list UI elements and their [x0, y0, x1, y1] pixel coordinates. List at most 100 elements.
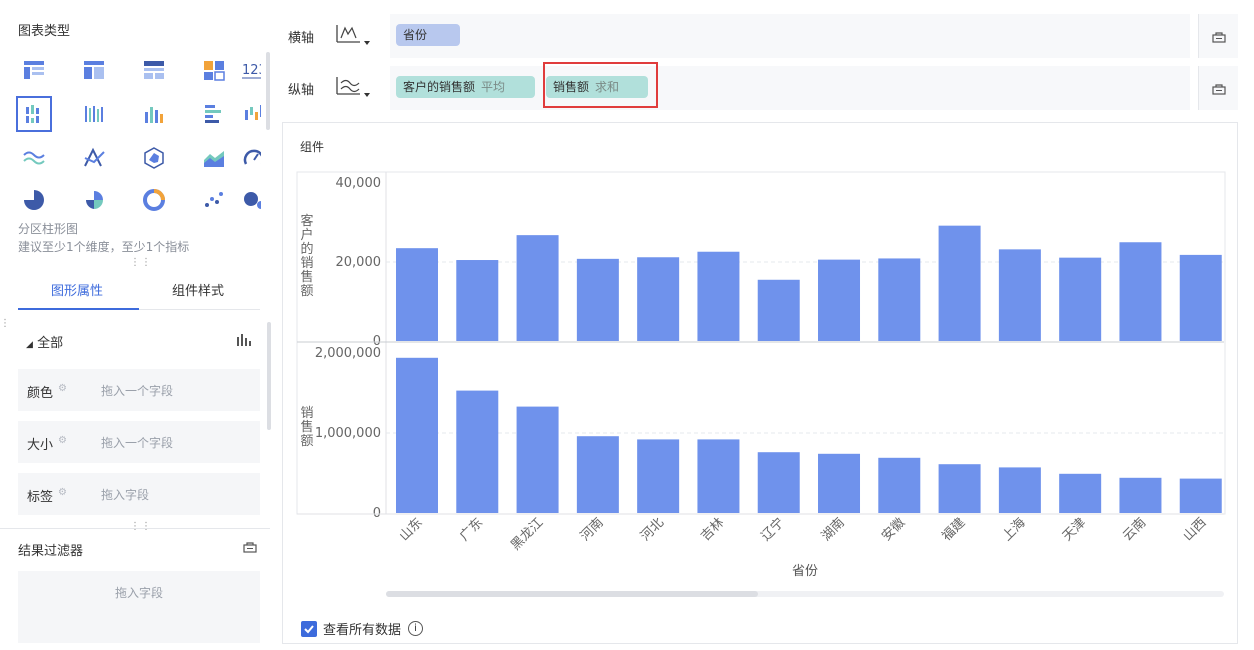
triangle-down-icon: ◢ — [26, 340, 33, 350]
scrollbar-thumb[interactable] — [386, 591, 758, 597]
y-axis-title-char: 售 — [300, 269, 313, 285]
color-field-drop[interactable]: 颜色 ⚙ 拖入一个字段 — [18, 369, 260, 411]
filter-drop-zone[interactable]: 拖入字段 — [18, 571, 260, 643]
bar — [576, 258, 619, 341]
number-123-icon[interactable]: 123 — [236, 52, 261, 88]
checkbox-checked-icon[interactable] — [301, 620, 317, 637]
x-tick-label: 山东 — [397, 515, 426, 544]
bar — [456, 390, 499, 513]
gear-icon[interactable]: ⚙ — [58, 383, 67, 394]
bar — [1179, 254, 1222, 341]
props-scrollbar[interactable] — [267, 322, 271, 430]
x-tick-label: 山西 — [1181, 515, 1210, 544]
wave-line-icon[interactable] — [16, 140, 52, 176]
svg-text:123: 123 — [242, 63, 261, 78]
chart-type-scrollbar[interactable] — [266, 52, 270, 130]
gear-icon[interactable]: ⚙ — [58, 435, 67, 446]
x-axis-label: 横轴 — [288, 31, 315, 46]
info-icon[interactable]: i — [408, 621, 424, 636]
waterfall-icon[interactable] — [236, 96, 261, 132]
highlight-box — [543, 62, 658, 108]
bar — [637, 439, 680, 513]
rose-pie-icon[interactable] — [76, 182, 112, 212]
gauge-icon[interactable] — [236, 140, 261, 176]
bar — [516, 406, 559, 513]
y-axis-title-char: 额 — [300, 434, 313, 449]
chart-horizontal-scrollbar[interactable] — [386, 591, 1224, 597]
chart-type-grid: 123 — [16, 52, 261, 212]
area-icon[interactable] — [196, 140, 232, 176]
x-axis-type-icon[interactable] — [334, 22, 374, 52]
bar — [757, 279, 800, 341]
lock-icon — [1211, 31, 1226, 43]
bar — [938, 464, 981, 513]
bubble-icon[interactable] — [236, 182, 261, 212]
multi-bar-icon[interactable] — [76, 96, 112, 132]
y-axis-title-char: 的 — [300, 241, 313, 257]
size-placeholder: 拖入一个字段 — [101, 436, 174, 450]
gear-icon[interactable]: ⚙ — [58, 487, 67, 498]
label-placeholder: 拖入字段 — [101, 488, 150, 502]
chart-panel: 组件 40,000 20,000 0 客户的销售额 2,000,000 1,000,000… — [282, 122, 1238, 644]
bar-chart-icon[interactable] — [236, 332, 252, 350]
y-axis-title-char: 售 — [300, 419, 313, 435]
label-label: 标签 — [27, 490, 54, 505]
radar-line-icon[interactable] — [76, 140, 112, 176]
x-axis-lock-button[interactable] — [1198, 14, 1238, 58]
bar — [1119, 242, 1162, 341]
bar — [757, 452, 800, 513]
y-axis-type-icon[interactable] — [334, 74, 374, 104]
bar — [938, 225, 981, 341]
y-axis-field-pill-1[interactable]: 客户的销售额 平均 — [396, 76, 535, 98]
bar — [516, 235, 559, 341]
bar — [697, 251, 740, 341]
detail-table-icon[interactable] — [136, 52, 172, 88]
x-tick-label: 天津 — [1060, 515, 1089, 544]
tab-component-style[interactable]: 组件样式 — [172, 280, 224, 299]
x-axis-drop-zone[interactable]: 省份 — [390, 14, 1190, 58]
column-icon[interactable] — [136, 96, 172, 132]
bar — [878, 457, 921, 513]
partitioned-bar-chart: 40,00020,0000客户的销售额2,000,0001,000,0000销售… — [296, 171, 1226, 579]
all-section-toggle[interactable]: ◢ 全部 — [26, 332, 63, 351]
active-tab-indicator — [18, 308, 139, 310]
size-field-drop[interactable]: 大小 ⚙ 拖入一个字段 — [18, 421, 260, 463]
x-tick-label: 安徽 — [879, 515, 908, 544]
bar — [396, 357, 438, 513]
table-icon[interactable] — [16, 52, 52, 88]
side-resize-handle[interactable]: ⋮ — [0, 318, 11, 329]
y-axis-title-char: 额 — [300, 284, 313, 299]
ring-icon[interactable] — [136, 182, 172, 212]
bar — [697, 439, 740, 513]
hexagon-icon[interactable] — [136, 140, 172, 176]
x-axis-shelf: 横轴 省份 — [282, 14, 1238, 58]
y-field-1-agg: 平均 — [481, 80, 506, 94]
resize-handle-bottom[interactable]: ⋮⋮ — [130, 521, 152, 532]
x-tick-label: 上海 — [1000, 515, 1029, 544]
scatter-icon[interactable] — [196, 182, 232, 212]
view-all-label: 查看所有数据 — [323, 623, 402, 638]
x-axis-field-name: 省份 — [403, 28, 428, 42]
property-tabs: 图形属性 组件样式 — [18, 266, 260, 310]
x-axis-title: 省份 — [792, 564, 818, 579]
y-axis-lock-button[interactable] — [1198, 66, 1238, 110]
x-tick-label: 辽宁 — [758, 515, 788, 545]
y-axis-label: 纵轴 — [288, 83, 315, 98]
chart-type-title: 图表类型 — [18, 24, 71, 39]
all-label: 全部 — [37, 336, 64, 351]
y-tick-label: 1,000,000 — [315, 426, 381, 441]
bar — [456, 260, 499, 341]
tab-graph-properties[interactable]: 图形属性 — [51, 280, 103, 299]
bar — [998, 467, 1041, 513]
x-axis-field-pill[interactable]: 省份 — [396, 24, 460, 46]
label-field-drop[interactable]: 标签 ⚙ 拖入字段 — [18, 473, 260, 515]
pie-icon[interactable] — [16, 182, 52, 212]
kpi-grid-icon[interactable] — [196, 52, 232, 88]
grouped-bar-icon[interactable] — [16, 96, 52, 132]
lock-icon[interactable] — [243, 540, 257, 557]
y-tick-label: 2,000,000 — [315, 346, 381, 361]
cross-table-icon[interactable] — [76, 52, 112, 88]
horizontal-bar-icon[interactable] — [196, 96, 232, 132]
y-axis-drop-zone[interactable]: 客户的销售额 平均 销售额 求和 — [390, 66, 1190, 110]
view-all-data-toggle[interactable]: 查看所有数据 i — [301, 619, 424, 638]
